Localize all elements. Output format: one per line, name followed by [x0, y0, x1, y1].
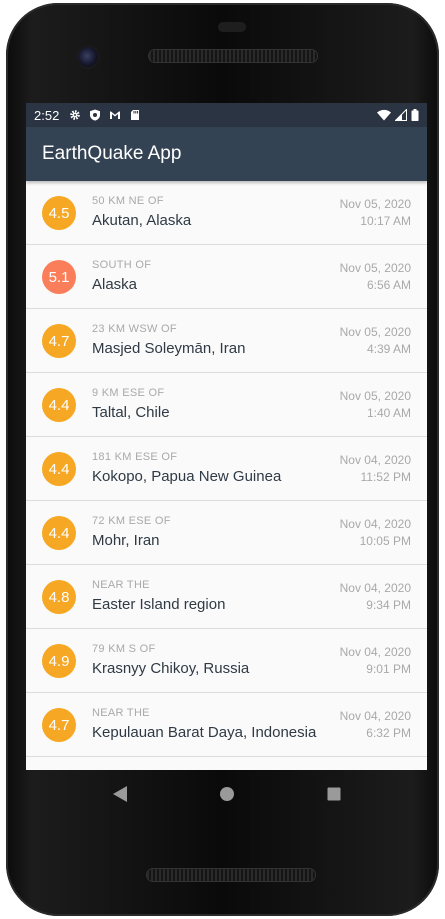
quake-time: 4:39 AM [366, 342, 411, 356]
magnitude-badge: 5.1 [42, 260, 76, 294]
top-speaker-grille [149, 50, 317, 62]
list-item[interactable]: 4.7 23 KM WSW OF Masjed Soleymān, Iran Nov … [26, 309, 427, 373]
quake-date: Nov 04, 2020 [339, 517, 411, 531]
quake-date: Nov 05, 2020 [339, 389, 411, 403]
app-bar: EarthQuake App [26, 127, 427, 181]
quake-time: 1:40 AM [366, 406, 411, 420]
status-bar: 2:52 [26, 103, 427, 127]
wifi-icon [377, 109, 391, 121]
front-camera [78, 47, 98, 67]
magnitude-badge: 4.4 [42, 516, 76, 550]
list-item[interactable]: 4.7 NEAR THE Kepulauan Barat Daya, Indones… [26, 693, 427, 757]
list-item[interactable]: 5.1 SOUTH OF Alaska Nov 05, 2020 6:56 AM [26, 245, 427, 309]
gear-icon [70, 110, 81, 120]
location-offset: SOUTH OF [92, 259, 152, 271]
recents-square-icon[interactable] [322, 782, 346, 806]
quake-date: Nov 05, 2020 [339, 325, 411, 339]
magnitude-badge: 4.9 [42, 644, 76, 678]
quake-date: Nov 05, 2020 [339, 261, 411, 275]
primary-location: Akutan, Alaska [92, 212, 192, 229]
primary-location: Easter Island region [92, 596, 226, 613]
quake-time: 10:05 PM [359, 534, 411, 548]
quake-time: 9:34 PM [366, 598, 411, 612]
signal-icon [395, 109, 407, 121]
magnitude-badge: 4.5 [42, 196, 76, 230]
quake-time: 6:56 AM [366, 278, 411, 292]
magnitude-badge: 4.7 [42, 708, 76, 742]
magnitude-badge: 4.4 [42, 452, 76, 486]
list-item[interactable]: 4.9 79 KM S OF Krasnyy Chikoy, Russia Nov 0… [26, 629, 427, 693]
status-time: 2:52 [34, 107, 60, 123]
list-item[interactable]: 4.5 50 KM NE OF Akutan, Alaska Nov 05, 2020… [26, 181, 427, 245]
primary-location: Masjed Soleymān, Iran [92, 340, 246, 357]
quake-time: 11:52 PM [360, 470, 411, 484]
location-offset: 79 KM S OF [92, 643, 156, 655]
location-offset: 72 KM ESE OF [92, 515, 171, 527]
quake-date: Nov 04, 2020 [339, 453, 411, 467]
battery-icon [411, 109, 419, 121]
magnitude-badge: 4.4 [42, 388, 76, 422]
earthquake-list[interactable]: 4.5 50 KM NE OF Akutan, Alaska Nov 05, 2020… [26, 181, 427, 770]
android-nav-bar [26, 770, 427, 818]
primary-location: Kepulauan Barat Daya, Indonesia [92, 724, 317, 741]
app-title: EarthQuake App [42, 143, 182, 164]
bottom-speaker-grille [147, 869, 315, 881]
quake-date: Nov 05, 2020 [339, 197, 411, 211]
quake-time: 10:17 AM [360, 214, 411, 228]
quake-date: Nov 04, 2020 [339, 645, 411, 659]
primary-location: Taltal, Chile [92, 404, 170, 421]
shield-icon [90, 109, 101, 121]
primary-location: Mohr, Iran [92, 532, 160, 549]
quake-date: Nov 04, 2020 [339, 581, 411, 595]
list-item[interactable]: 4.4 72 KM ESE OF Mohr, Iran Nov 04, 2020 10:… [26, 501, 427, 565]
primary-location: Kokopo, Papua New Guinea [92, 468, 282, 485]
list-item[interactable]: 4.8 NEAR THE Easter Island region Nov 04, 2… [26, 565, 427, 629]
quake-time: 6:32 PM [366, 726, 411, 740]
location-offset: 23 KM WSW OF [92, 323, 177, 335]
primary-location: Krasnyy Chikoy, Russia [92, 660, 250, 677]
gmail-icon [110, 111, 121, 119]
list-item[interactable]: 4.4 181 KM ESE OF Kokopo, Papua New Guinea… [26, 437, 427, 501]
location-offset: NEAR THE [92, 707, 150, 719]
location-offset: 181 KM ESE OF [92, 451, 178, 463]
sdcard-icon [131, 110, 140, 120]
list-item-partial[interactable] [26, 757, 427, 770]
top-sensor [218, 22, 246, 32]
back-triangle-icon[interactable] [108, 782, 132, 806]
list-item[interactable]: 4.4 9 KM ESE OF Taltal, Chile Nov 05, 2020 1… [26, 373, 427, 437]
location-offset: 9 KM ESE OF [92, 387, 165, 399]
location-offset: NEAR THE [92, 579, 150, 591]
quake-time: 9:01 PM [366, 662, 411, 676]
magnitude-badge: 4.8 [42, 580, 76, 614]
location-offset: 50 KM NE OF [92, 195, 164, 207]
primary-location: Alaska [92, 276, 138, 293]
quake-date: Nov 04, 2020 [339, 709, 411, 723]
device-screen: 2:52 EarthQuake App 4.5 50 KM NE OF Akut… [26, 103, 427, 770]
home-circle-icon[interactable] [215, 782, 239, 806]
magnitude-badge: 4.7 [42, 324, 76, 358]
